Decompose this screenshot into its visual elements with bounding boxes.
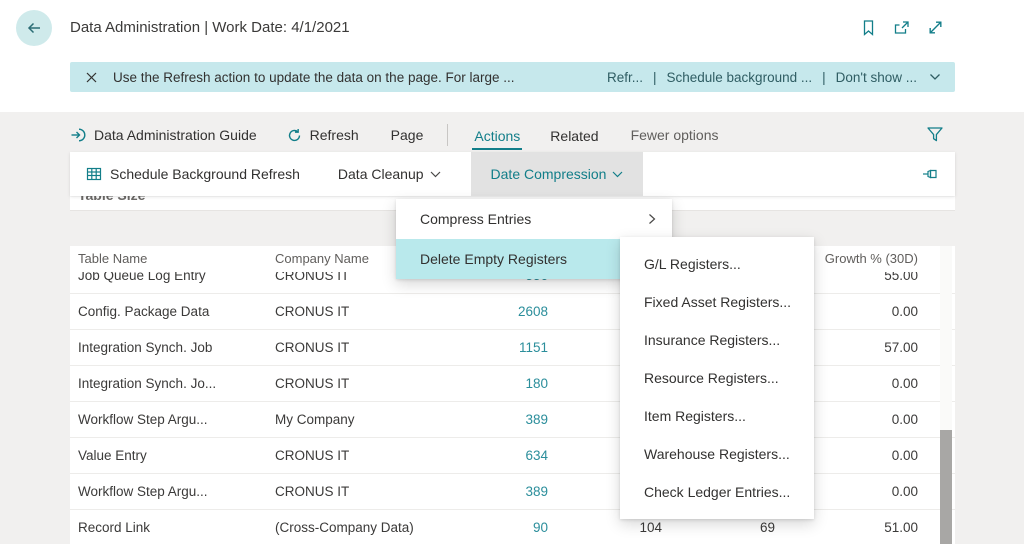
back-arrow-icon — [25, 19, 43, 37]
bookmark-icon[interactable] — [860, 19, 877, 37]
submenu-item-item-registers[interactable]: Item Registers... — [620, 397, 814, 435]
table-row[interactable]: Integration Synch. Jo... CRONUS IT 180 0… — [70, 366, 955, 402]
pin-icon[interactable] — [922, 166, 939, 182]
link-separator: | — [653, 70, 657, 85]
cell-company-name: CRONUS IT — [275, 366, 450, 402]
notification-banner: Use the Refresh action to update the dat… — [70, 62, 955, 92]
table-row[interactable]: Value Entry CRONUS IT 634 0.00 — [70, 438, 955, 474]
menu-item-label: Compress Entries — [420, 211, 648, 227]
chevron-down-icon — [612, 171, 623, 178]
refresh-button[interactable]: Refresh — [287, 127, 359, 143]
notification-link-schedule-background[interactable]: Schedule background ... — [667, 70, 813, 85]
cell-table-name: Workflow Step Argu... — [78, 474, 268, 510]
scrollbar-thumb[interactable] — [940, 430, 952, 544]
column-header-table-name[interactable]: Table Name — [78, 246, 268, 272]
divider — [447, 124, 448, 146]
cell-growth: 0.00 — [818, 366, 918, 402]
guide-label: Data Administration Guide — [94, 127, 257, 143]
tab-actions[interactable]: Actions — [472, 121, 522, 150]
cell-company-name: CRONUS IT — [275, 474, 450, 510]
cell-table-name: Config. Package Data — [78, 294, 268, 330]
table-row[interactable]: Integration Synch. Job CRONUS IT 1151 57… — [70, 330, 955, 366]
refresh-label: Refresh — [310, 127, 359, 143]
data-cleanup-label: Data Cleanup — [338, 166, 424, 182]
cell-growth: 51.00 — [818, 510, 918, 544]
chevron-down-icon[interactable] — [929, 73, 941, 81]
notification-message: Use the Refresh action to update the dat… — [113, 70, 607, 85]
chevron-right-icon — [648, 213, 656, 225]
page-title: Data Administration | Work Date: 4/1/202… — [70, 0, 350, 56]
data-administration-guide-button[interactable]: Data Administration Guide — [70, 127, 257, 143]
cell-record-count-link[interactable]: 1151 — [440, 330, 548, 366]
schedule-background-refresh-button[interactable]: Schedule Background Refresh — [86, 166, 300, 182]
data-cleanup-menu-button[interactable]: Data Cleanup — [338, 166, 441, 182]
table-row[interactable]: Workflow Step Argu... CRONUS IT 389 0.00 — [70, 474, 955, 510]
cell-company-name: CRONUS IT — [275, 294, 450, 330]
notification-link-dont-show[interactable]: Don't show ... — [836, 70, 917, 85]
top-bar: Data Administration | Work Date: 4/1/202… — [0, 0, 1024, 56]
table-row[interactable]: Config. Package Data CRONUS IT 2608 0.00 — [70, 294, 955, 330]
cell-table-name: Record Link — [78, 510, 268, 544]
action-bar: Data Administration Guide Refresh Page A… — [70, 118, 960, 152]
filter-icon[interactable] — [926, 126, 944, 143]
cell-record-count-link[interactable]: 634 — [440, 438, 548, 474]
cell-table-name: Workflow Step Argu... — [78, 402, 268, 438]
cell-growth: 0.00 — [818, 474, 918, 510]
table-row[interactable]: Record Link (Cross-Company Data) 90 104 … — [70, 510, 955, 544]
cell-table-name: Job Queue Log Entry — [78, 272, 268, 294]
page-menu-button[interactable]: Page — [391, 127, 424, 143]
refresh-icon — [287, 128, 302, 143]
cell-record-count-link[interactable]: 2608 — [440, 294, 548, 330]
submenu-item-warehouse-registers[interactable]: Warehouse Registers... — [620, 435, 814, 473]
close-icon[interactable] — [86, 72, 97, 83]
cell-growth: 0.00 — [818, 294, 918, 330]
cell-company-name: CRONUS IT — [275, 438, 450, 474]
page-label: Page — [391, 127, 424, 143]
schedule-background-refresh-label: Schedule Background Refresh — [110, 166, 300, 182]
submenu-item-gl-registers[interactable]: G/L Registers... — [620, 245, 814, 283]
submenu-item-fixed-asset-registers[interactable]: Fixed Asset Registers... — [620, 283, 814, 321]
cell-record-count-link[interactable]: 180 — [440, 366, 548, 402]
submenu-item-resource-registers[interactable]: Resource Registers... — [620, 359, 814, 397]
cell-growth: 55.00 — [818, 272, 918, 294]
table-grid-icon — [86, 166, 102, 182]
menu-item-label: Delete Empty Registers — [420, 251, 648, 267]
date-compression-menu-button[interactable]: Date Compression — [471, 152, 644, 196]
cell-company-name: CRONUS IT — [275, 330, 450, 366]
table-body: Job Queue Log Entry CRONUS IT 556 55.00 … — [70, 272, 955, 544]
cell-growth: 0.00 — [818, 438, 918, 474]
date-compression-label: Date Compression — [491, 166, 607, 182]
cell-record-count-link[interactable]: 389 — [440, 402, 548, 438]
table-row[interactable]: Workflow Step Argu... My Company 389 0.0… — [70, 402, 955, 438]
column-header-growth[interactable]: Growth % (30D) — [818, 246, 918, 272]
cell-table-name: Integration Synch. Jo... — [78, 366, 268, 402]
chevron-down-icon — [430, 171, 441, 178]
data-administration-page: Data Administration | Work Date: 4/1/202… — [0, 0, 1024, 544]
table-size-list: Table Name Company Name Growth % (30D) J… — [70, 246, 955, 544]
back-button[interactable] — [16, 10, 52, 46]
cell-record-count-link[interactable]: 90 — [440, 510, 548, 544]
actions-toolbar: Schedule Background Refresh Data Cleanup… — [70, 152, 955, 196]
cell-company-name: (Cross-Company Data) — [275, 510, 450, 544]
notification-link-refresh[interactable]: Refr... — [607, 70, 643, 85]
delete-empty-registers-submenu: G/L Registers... Fixed Asset Registers..… — [620, 237, 814, 519]
cell-company-name: My Company — [275, 402, 450, 438]
open-in-window-icon[interactable] — [893, 19, 911, 37]
submenu-item-insurance-registers[interactable]: Insurance Registers... — [620, 321, 814, 359]
submenu-item-check-ledger-entries[interactable]: Check Ledger Entries... — [620, 473, 814, 511]
cell-growth: 0.00 — [818, 402, 918, 438]
cell-table-name: Value Entry — [78, 438, 268, 474]
cell-record-count-link[interactable]: 389 — [440, 474, 548, 510]
guide-arrow-icon — [70, 127, 86, 143]
fewer-options-button[interactable]: Fewer options — [631, 127, 719, 143]
cell-table-name: Integration Synch. Job — [78, 330, 268, 366]
expand-icon[interactable] — [927, 19, 944, 37]
cell-growth: 57.00 — [818, 330, 918, 366]
link-separator: | — [822, 70, 826, 85]
tab-related[interactable]: Related — [548, 121, 600, 150]
menu-item-compress-entries[interactable]: Compress Entries — [396, 199, 672, 239]
